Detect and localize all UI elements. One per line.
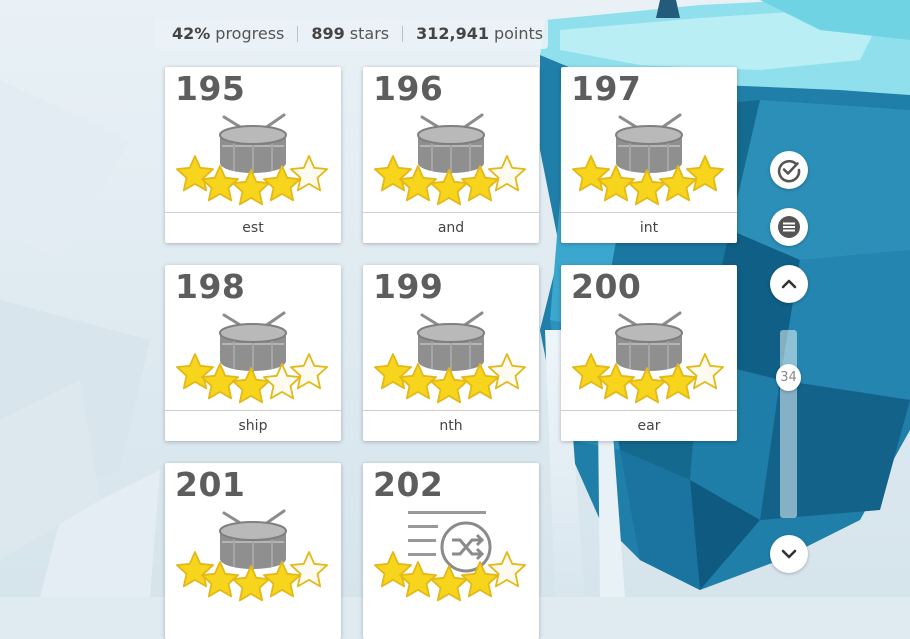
level-label: est bbox=[165, 212, 341, 243]
star-empty-icon bbox=[488, 551, 527, 588]
star-filled-icon bbox=[686, 155, 725, 192]
star-rating bbox=[372, 551, 532, 603]
menu-button[interactable] bbox=[770, 208, 808, 246]
star-filled-icon bbox=[628, 367, 666, 404]
chevron-up-icon bbox=[781, 279, 797, 289]
star-filled-icon bbox=[628, 169, 666, 206]
star-filled-icon bbox=[232, 565, 270, 602]
star-filled-icon bbox=[232, 169, 270, 206]
progress-stat: 42% progress bbox=[172, 24, 285, 43]
divider bbox=[297, 25, 299, 42]
star-rating bbox=[174, 353, 334, 405]
points-stat: 312,941 points bbox=[416, 24, 544, 43]
level-card[interactable]: 202 bbox=[363, 463, 539, 639]
level-number: 199 bbox=[373, 267, 444, 306]
star-rating bbox=[174, 155, 334, 207]
level-label: nth bbox=[363, 410, 539, 441]
divider bbox=[402, 25, 404, 42]
star-rating bbox=[174, 551, 334, 603]
level-number: 197 bbox=[571, 69, 642, 108]
level-number: 198 bbox=[175, 267, 246, 306]
level-card[interactable]: 197 int bbox=[561, 67, 737, 243]
level-number: 195 bbox=[175, 69, 246, 108]
star-filled-icon bbox=[232, 367, 270, 404]
scroll-thumb[interactable]: 34 bbox=[776, 364, 801, 391]
stars-stat: 899 stars bbox=[311, 24, 390, 43]
star-empty-icon bbox=[290, 353, 329, 390]
scroll-down-button[interactable] bbox=[770, 535, 808, 573]
level-number: 202 bbox=[373, 465, 444, 504]
star-rating bbox=[372, 353, 532, 405]
star-empty-icon bbox=[686, 353, 725, 390]
level-label: ship bbox=[165, 410, 341, 441]
star-empty-icon bbox=[290, 551, 329, 588]
star-empty-icon bbox=[488, 155, 527, 192]
level-card[interactable]: 198 ship bbox=[165, 265, 341, 441]
check-circle-icon bbox=[777, 159, 801, 183]
star-empty-icon bbox=[290, 155, 329, 192]
level-card[interactable]: 201 bbox=[165, 463, 341, 639]
level-label: and bbox=[363, 212, 539, 243]
level-number: 200 bbox=[571, 267, 642, 306]
level-card[interactable]: 199 nth bbox=[363, 265, 539, 441]
menu-icon bbox=[778, 216, 800, 238]
star-empty-icon bbox=[488, 353, 527, 390]
star-rating bbox=[570, 353, 730, 405]
scroll-track[interactable] bbox=[780, 330, 797, 518]
status-bar: 42% progress 899 stars 312,941 points bbox=[154, 18, 548, 49]
level-number: 201 bbox=[175, 465, 246, 504]
level-label: ear bbox=[561, 410, 737, 441]
level-card[interactable]: 195 est bbox=[165, 67, 341, 243]
star-filled-icon bbox=[430, 565, 468, 602]
level-label: int bbox=[561, 212, 737, 243]
chevron-down-icon bbox=[781, 549, 797, 559]
level-card[interactable]: 200 ear bbox=[561, 265, 737, 441]
level-number: 196 bbox=[373, 69, 444, 108]
scroll-up-button[interactable] bbox=[770, 265, 808, 303]
level-card[interactable]: 196 and bbox=[363, 67, 539, 243]
star-filled-icon bbox=[430, 367, 468, 404]
star-rating bbox=[570, 155, 730, 207]
star-rating bbox=[372, 155, 532, 207]
completed-filter-button[interactable] bbox=[770, 151, 808, 189]
star-filled-icon bbox=[430, 169, 468, 206]
